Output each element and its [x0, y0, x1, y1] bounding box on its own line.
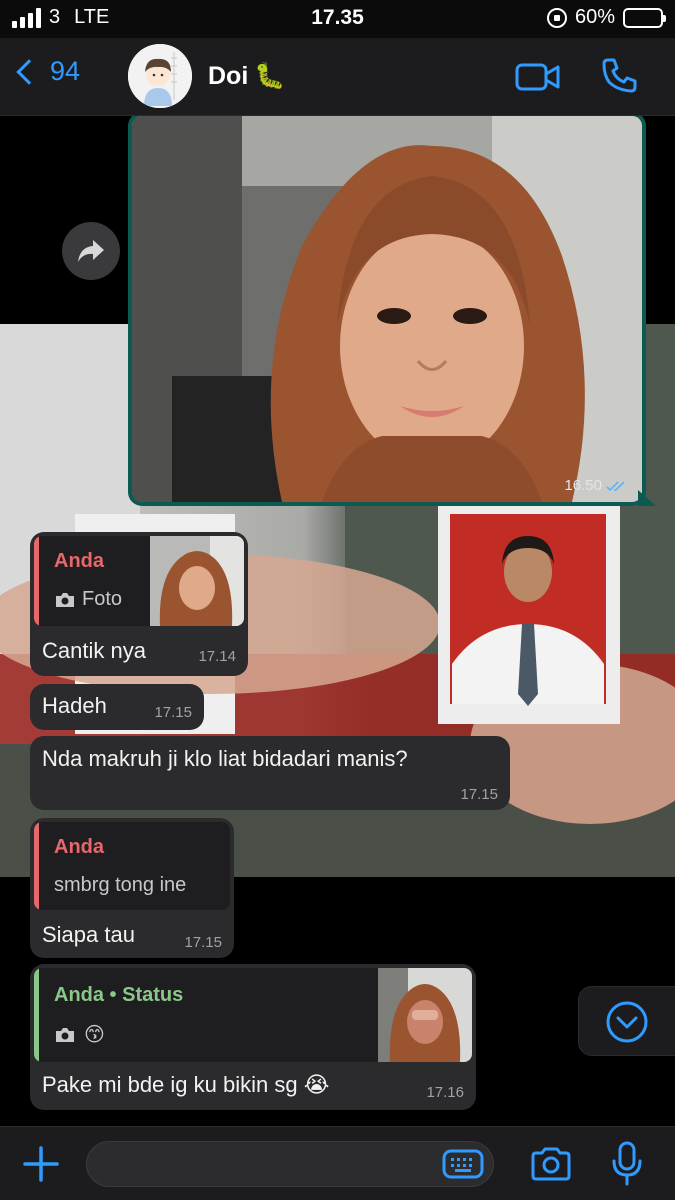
image-message[interactable]: 16.50	[128, 116, 656, 506]
quoted-message[interactable]: Anda smbrg tong ine	[34, 822, 230, 910]
contact-name-text: Doi	[208, 62, 249, 90]
message-input[interactable]	[86, 1141, 494, 1187]
image-timestamp: 16.50	[564, 477, 628, 494]
scroll-to-bottom-button[interactable]	[578, 986, 675, 1056]
voice-call-button[interactable]	[601, 56, 639, 94]
quote-thumbnail	[378, 968, 472, 1062]
message-bubble[interactable]: Hadeh 17.15	[30, 684, 204, 730]
camera-button[interactable]	[530, 1147, 572, 1181]
attach-button[interactable]	[22, 1145, 60, 1183]
avatar[interactable]	[128, 44, 192, 108]
back-button[interactable]: 94	[14, 56, 80, 87]
quote-body: 😙	[54, 1022, 105, 1047]
quote-body: Foto	[54, 588, 122, 611]
message-bubble[interactable]: Anda smbrg tong ine Siapa tau 17.15	[30, 818, 234, 958]
quote-body-text: Foto	[82, 588, 123, 610]
rotation-lock-icon	[546, 7, 567, 28]
quote-author: Anda	[54, 550, 104, 572]
video-call-button[interactable]	[515, 62, 561, 92]
camera-icon	[531, 1147, 571, 1181]
image-time: 16.50	[564, 477, 602, 494]
forward-icon	[78, 240, 104, 262]
unread-count: 94	[50, 56, 81, 86]
message-bubble[interactable]: Nda makruh ji klo liat bidadari manis? 1…	[30, 736, 510, 810]
forward-button[interactable]	[62, 222, 120, 280]
chevron-left-icon	[16, 58, 42, 85]
chat-area[interactable]: 16.50 Anda Foto Cantik nya 17.14 Hadeh 1…	[0, 116, 675, 1126]
message-text: Pake mi bde ig ku bikin sg 😭	[42, 1072, 330, 1097]
photo-image	[132, 116, 642, 502]
message-time: 17.15	[154, 704, 192, 721]
video-icon	[515, 63, 560, 91]
quote-body-text: smbrg tong ine	[54, 874, 187, 896]
keyboard-icon	[442, 1149, 484, 1179]
camera-icon	[56, 592, 74, 607]
message-time: 17.16	[426, 1084, 464, 1101]
microphone-button[interactable]	[612, 1141, 642, 1187]
contact-name[interactable]: Doi 🐛	[208, 62, 285, 91]
message-time: 17.15	[184, 934, 222, 951]
quote-author: Anda • Status	[54, 984, 184, 1006]
message-time: 17.14	[198, 648, 236, 665]
message-text: Cantik nya	[42, 638, 146, 663]
phone-icon	[602, 58, 637, 93]
camera-icon	[56, 1027, 74, 1042]
composer-bar	[0, 1126, 675, 1200]
message-bubble[interactable]: Anda • Status 😙 Pake mi bde ig ku bikin …	[30, 964, 476, 1110]
quote-body-text: 😙	[84, 1024, 105, 1046]
mic-icon	[612, 1141, 642, 1186]
battery-percent: 60%	[574, 6, 615, 28]
quote-thumbnail	[150, 536, 244, 626]
quote-bar	[34, 968, 39, 1062]
message-time: 17.15	[460, 786, 498, 803]
battery-icon	[623, 7, 666, 28]
quoted-message[interactable]: Anda • Status 😙	[34, 968, 472, 1062]
chevron-down-icon	[606, 1001, 648, 1043]
keyboard-button[interactable]	[442, 1149, 484, 1179]
message-text: Siapa tau	[42, 922, 135, 947]
message-photo[interactable]: 16.50	[132, 116, 642, 502]
chat-header: 94 Doi 🐛	[0, 38, 675, 116]
message-bubble[interactable]: Anda Foto Cantik nya 17.14	[30, 532, 248, 676]
quote-bar	[34, 822, 39, 910]
quote-bar	[34, 536, 39, 626]
contact-emoji: 🐛	[254, 62, 286, 90]
quote-author: Anda	[54, 836, 104, 858]
message-text: Hadeh	[42, 693, 107, 718]
double-check-icon	[606, 480, 625, 491]
message-text: Nda makruh ji klo liat bidadari manis?	[42, 746, 408, 771]
plus-icon	[23, 1146, 59, 1182]
avatar-image	[128, 44, 192, 108]
quoted-message[interactable]: Anda Foto	[34, 536, 244, 626]
status-bar: 3 LTE 17.35 60%	[0, 0, 675, 38]
status-right: 60%	[546, 6, 666, 29]
